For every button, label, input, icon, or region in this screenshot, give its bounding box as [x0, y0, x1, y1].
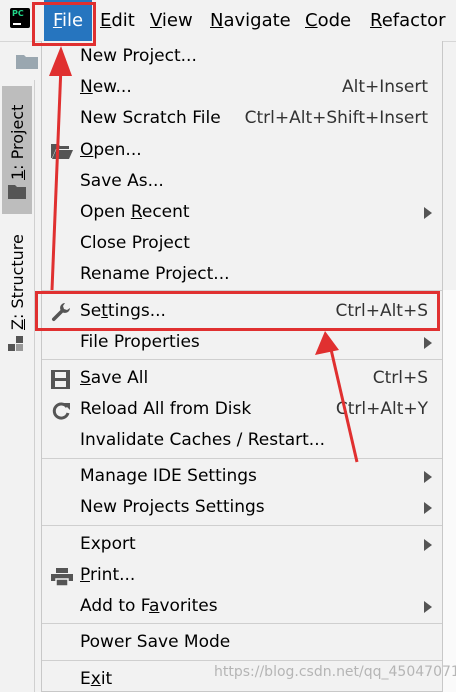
watermark-text: https://blog.csdn.net/qq_45047071: [214, 664, 456, 680]
arrow-to-file-menu: [50, 65, 63, 291]
arrow-to-settings: [328, 344, 359, 463]
annotation-arrows: [49, 46, 359, 463]
arrow-head-icon: [49, 46, 72, 76]
arrow-head-icon: [315, 331, 339, 355]
